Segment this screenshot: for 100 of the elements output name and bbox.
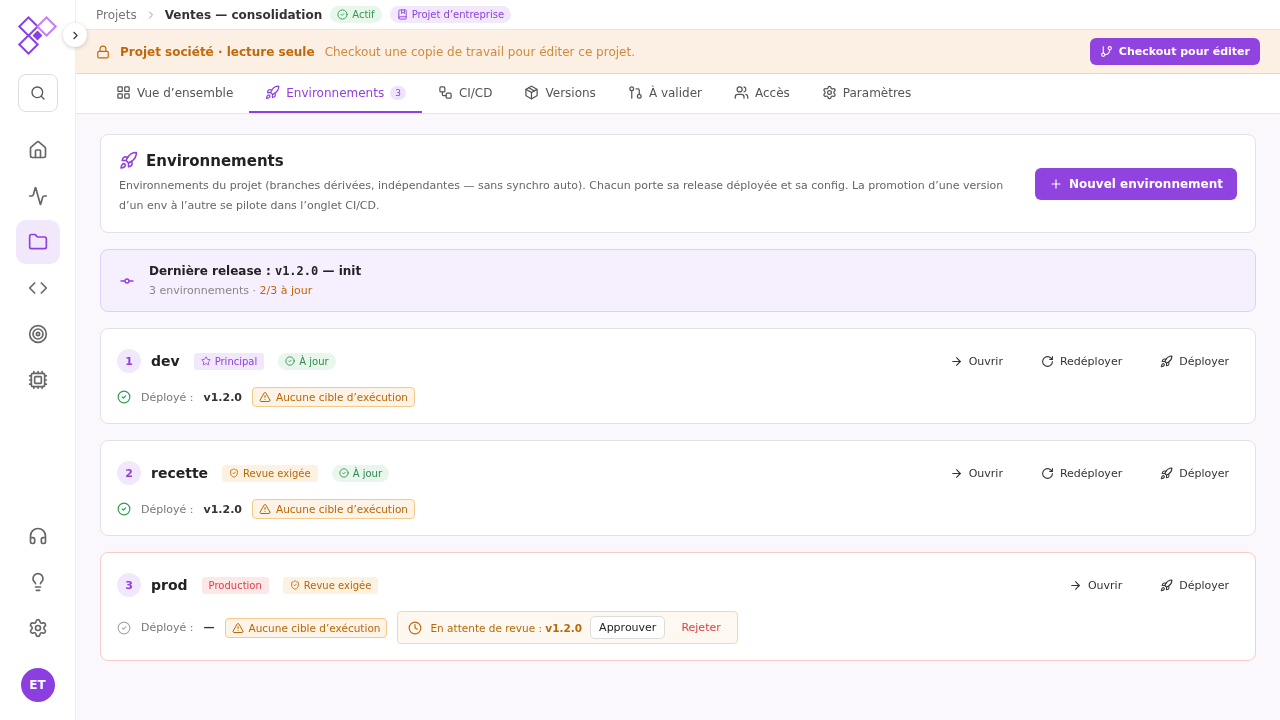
environment-number: 3 bbox=[117, 573, 141, 597]
tab[interactable]: CI/CD bbox=[421, 74, 509, 113]
tab-label: Vue d’ensemble bbox=[137, 85, 234, 100]
deployed-label: Déployé : bbox=[141, 390, 194, 404]
tab-label: Environnements bbox=[286, 85, 385, 100]
project-title: Ventes — consolidation bbox=[164, 7, 323, 22]
warning-icon bbox=[259, 391, 271, 403]
chip-icon bbox=[27, 370, 48, 390]
environment-number: 1 bbox=[117, 349, 141, 373]
warning-icon bbox=[231, 621, 244, 634]
banner-title: Projet société · lecture seule bbox=[120, 44, 315, 59]
tag-label: Principal bbox=[214, 355, 258, 367]
shield-icon bbox=[229, 468, 240, 478]
open-button[interactable]: Ouvrir bbox=[939, 354, 1013, 368]
pending-review-text: En attente de revue : v1.2.0 bbox=[430, 621, 583, 634]
rocket-icon bbox=[1160, 578, 1174, 592]
tab-label: À valider bbox=[648, 85, 702, 100]
deployed-label: Déployé : bbox=[141, 502, 194, 516]
tag-label: À jour bbox=[352, 467, 383, 479]
new-environment-button[interactable]: Nouvel environnement bbox=[1035, 167, 1237, 200]
environment-number: 2 bbox=[117, 461, 141, 485]
rocket-icon bbox=[119, 151, 138, 170]
expand-sidebar-button[interactable] bbox=[63, 23, 87, 47]
section-title: Environnements bbox=[146, 151, 284, 170]
arrow-right-icon bbox=[949, 354, 963, 368]
check-circle-icon bbox=[285, 356, 296, 366]
deploy-button[interactable]: Déployer bbox=[1150, 466, 1239, 480]
tag-label: Production bbox=[208, 579, 262, 591]
plus-icon bbox=[1049, 176, 1063, 191]
tab-label: Accès bbox=[754, 85, 790, 100]
tab[interactable]: Accès bbox=[717, 74, 806, 113]
home-icon bbox=[27, 140, 48, 160]
redeploy-button[interactable]: Redéployer bbox=[1030, 354, 1133, 368]
approve-button[interactable]: Approuver bbox=[590, 616, 666, 639]
warning-text: Aucune cible d’exécution bbox=[276, 391, 408, 403]
deployed-version: v1.2.0 bbox=[203, 390, 242, 404]
tab[interactable]: Paramètres bbox=[805, 74, 928, 113]
tab[interactable]: À valider bbox=[611, 74, 718, 113]
user-avatar[interactable]: ET bbox=[20, 668, 55, 702]
folder-icon bbox=[27, 232, 48, 252]
deployed-version: v1.2.0 bbox=[203, 502, 242, 516]
users-icon bbox=[733, 85, 749, 100]
clock-icon bbox=[408, 620, 423, 635]
target-icon bbox=[27, 324, 48, 344]
status-badge: Actif bbox=[330, 6, 382, 23]
search-icon bbox=[29, 85, 46, 101]
tag-label: À jour bbox=[299, 355, 329, 367]
environment-name: recette bbox=[151, 465, 209, 481]
tab-label: Paramètres bbox=[842, 85, 912, 100]
open-button[interactable]: Ouvrir bbox=[939, 466, 1013, 480]
deployed-version: — bbox=[203, 621, 215, 634]
section-description: Environnements du projet (branches dérivées, indépendantes — sans synchro auto). Chacun porte sa release déployée et sa config. La promotion d’une version d’un env à l’autre se pilote dans l’onglet CI/CD. bbox=[119, 178, 1005, 214]
star-icon bbox=[200, 356, 211, 366]
environment-name: prod bbox=[151, 577, 188, 593]
lock-icon bbox=[96, 44, 110, 59]
deploy-button[interactable]: Déployer bbox=[1150, 578, 1239, 592]
branch-icon bbox=[1099, 45, 1113, 58]
grid-icon bbox=[116, 85, 131, 100]
arrow-right-icon bbox=[949, 466, 963, 480]
warning-text: Aucune cible d’exécution bbox=[276, 503, 408, 515]
release-summary: 3 environnements · 2/3 à jour bbox=[149, 284, 314, 297]
banner-message: Checkout une copie de travail pour éditer ce projet. bbox=[324, 44, 636, 59]
release-title: Dernière release : v1.2.0 — init bbox=[149, 264, 362, 278]
tab-label: CI/CD bbox=[458, 85, 493, 100]
refresh-icon bbox=[1040, 466, 1054, 480]
environment-name: dev bbox=[151, 353, 180, 369]
warning-icon bbox=[259, 503, 271, 515]
checkout-button[interactable]: Checkout pour éditer bbox=[1089, 38, 1260, 65]
rocket-icon bbox=[1160, 466, 1174, 480]
nav-folder-icon[interactable] bbox=[15, 220, 60, 264]
book-icon bbox=[396, 9, 408, 20]
refresh-icon bbox=[1040, 354, 1054, 368]
check-circle-icon bbox=[338, 468, 349, 478]
rocket-icon bbox=[1160, 354, 1174, 368]
warning-text: Aucune cible d’exécution bbox=[248, 621, 381, 634]
arrow-right-icon bbox=[1068, 578, 1082, 592]
count-badge: 3 bbox=[390, 85, 406, 100]
tag-label: Revue exigée bbox=[243, 467, 311, 479]
tab[interactable]: Vue d’ensemble bbox=[100, 74, 250, 113]
logo bbox=[15, 14, 60, 58]
redeploy-button[interactable]: Redéployer bbox=[1030, 466, 1133, 480]
deploy-button[interactable]: Déployer bbox=[1150, 354, 1239, 368]
tab-label: Versions bbox=[545, 85, 596, 100]
project-type-badge: Projet d’entreprise bbox=[389, 6, 512, 23]
breadcrumb-link[interactable]: Projets bbox=[96, 7, 137, 22]
shield-icon bbox=[289, 580, 300, 590]
check-circle-icon bbox=[337, 9, 349, 20]
search-button[interactable] bbox=[17, 74, 58, 112]
rocket-icon bbox=[265, 85, 281, 100]
reject-button[interactable]: Rejeter bbox=[673, 617, 729, 638]
activity-icon bbox=[27, 186, 48, 206]
tab[interactable]: Versions bbox=[508, 74, 612, 113]
settings-icon bbox=[821, 85, 837, 100]
workflow-icon bbox=[437, 85, 453, 100]
tag-label: Revue exigée bbox=[303, 579, 372, 591]
pull-request-icon bbox=[627, 85, 643, 100]
deployed-label: Déployé : bbox=[141, 621, 194, 634]
open-button[interactable]: Ouvrir bbox=[1058, 578, 1133, 592]
package-icon bbox=[524, 85, 540, 100]
tab[interactable]: Environnements 3 bbox=[249, 74, 422, 113]
